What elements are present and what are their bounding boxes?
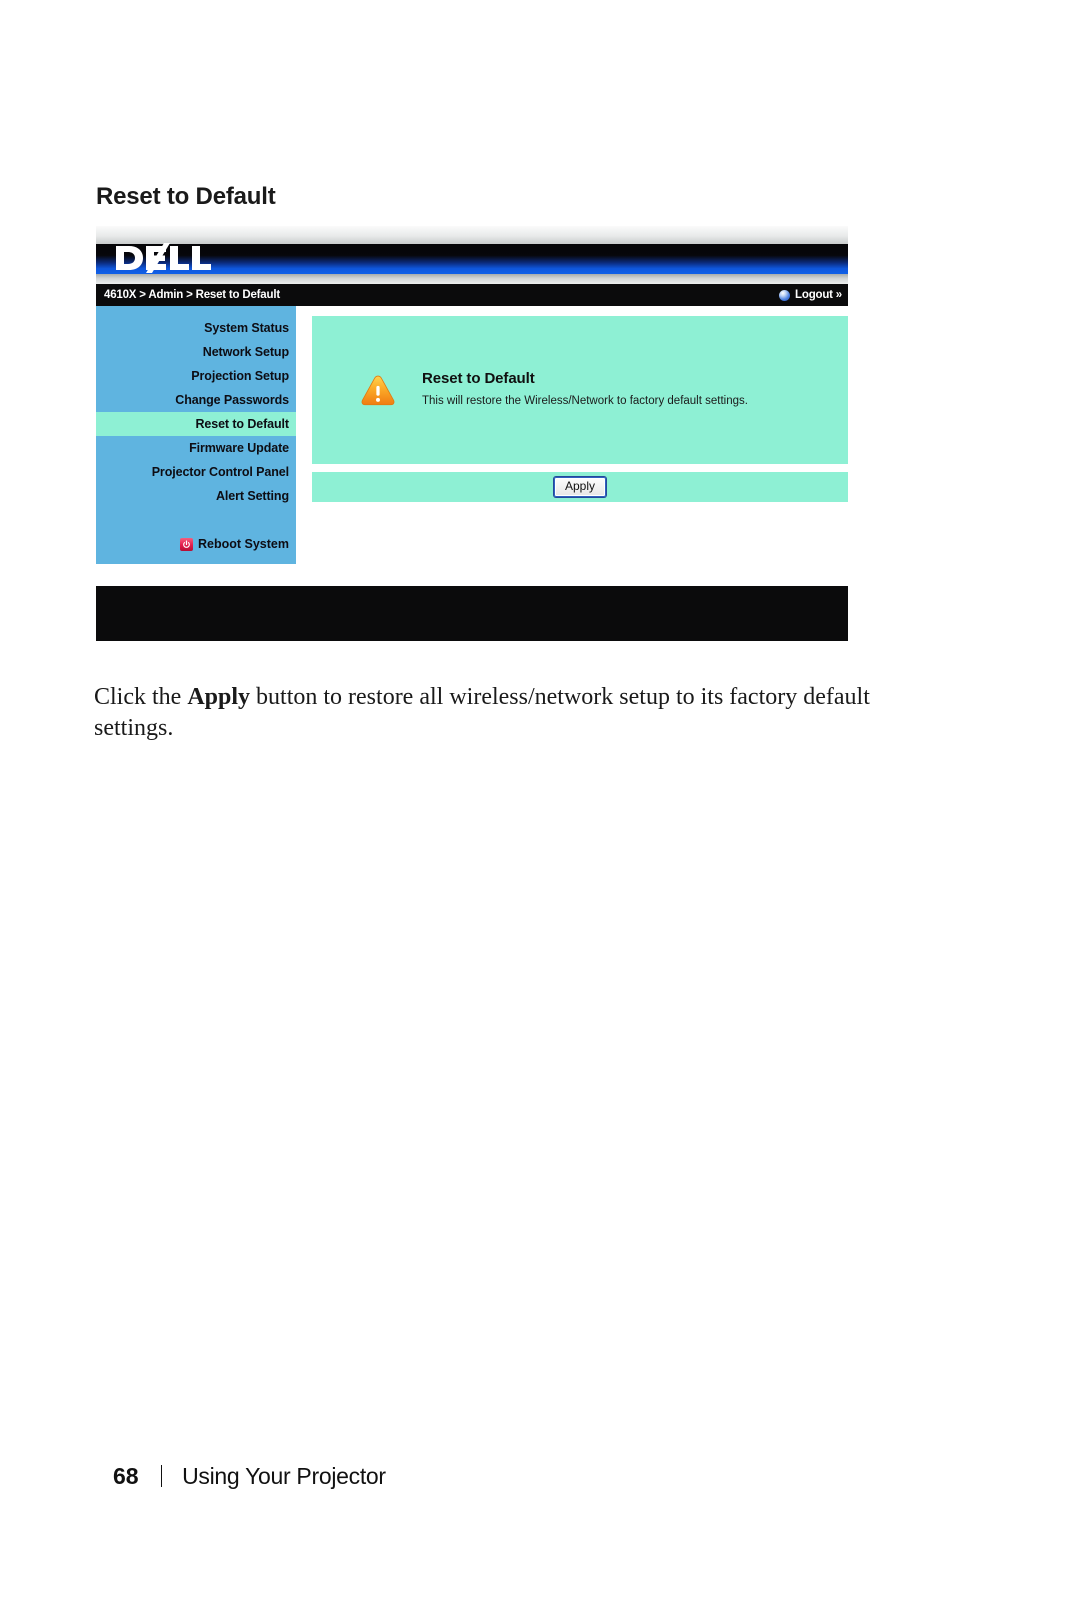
page-number: 68 bbox=[113, 1463, 139, 1489]
footer-divider bbox=[160, 1465, 163, 1487]
app-footer-band bbox=[96, 586, 848, 641]
content-column: Reset to Default This will restore the W… bbox=[296, 306, 848, 502]
brand-header bbox=[96, 226, 848, 284]
sidebar-item-network-setup[interactable]: Network Setup bbox=[96, 340, 296, 364]
breadcrumb: 4610X > Admin > Reset to Default bbox=[104, 289, 280, 301]
reset-info-description: This will restore the Wireless/Network t… bbox=[422, 395, 748, 408]
body-paragraph: Click the Apply button to restore all wi… bbox=[94, 682, 894, 744]
power-icon bbox=[180, 537, 193, 551]
body-copy-bold-apply: Apply bbox=[187, 684, 251, 710]
projector-web-ui-screenshot: 4610X > Admin > Reset to Default Logout … bbox=[96, 226, 848, 641]
page-title: Reset to Default bbox=[96, 183, 276, 210]
reset-info-title: Reset to Default bbox=[422, 370, 535, 388]
sidebar-item-projection-setup[interactable]: Projection Setup bbox=[96, 364, 296, 388]
sidebar-item-system-status[interactable]: System Status bbox=[96, 316, 296, 340]
body-copy-before: Click the bbox=[94, 684, 188, 710]
warning-triangle-icon bbox=[361, 375, 395, 406]
sidebar-item-projector-control-panel[interactable]: Projector Control Panel bbox=[96, 460, 296, 484]
reset-info-text-block: Reset to Default This will restore the W… bbox=[422, 370, 748, 409]
action-bar: Apply bbox=[312, 472, 848, 502]
logout-label: Logout » bbox=[795, 289, 842, 301]
sidebar: System Status Network Setup Projection S… bbox=[96, 306, 296, 564]
sidebar-item-alert-setting[interactable]: Alert Setting bbox=[96, 484, 296, 508]
sidebar-item-reboot-system[interactable]: Reboot System bbox=[96, 532, 296, 556]
apply-button[interactable]: Apply bbox=[553, 477, 607, 497]
reset-info-panel: Reset to Default This will restore the W… bbox=[312, 316, 848, 464]
logout-button[interactable]: Logout » bbox=[779, 289, 844, 301]
dell-logo bbox=[116, 243, 211, 273]
app-body: System Status Network Setup Projection S… bbox=[96, 306, 848, 586]
breadcrumb-bar: 4610X > Admin > Reset to Default Logout … bbox=[96, 284, 848, 306]
page-footer: 68 Using Your Projector bbox=[113, 1462, 386, 1490]
footer-section-title: Using Your Projector bbox=[182, 1463, 386, 1489]
sidebar-item-change-passwords[interactable]: Change Passwords bbox=[96, 388, 296, 412]
blue-orb-icon bbox=[779, 289, 791, 301]
sidebar-item-reset-to-default[interactable]: Reset to Default bbox=[96, 412, 296, 436]
sidebar-item-firmware-update[interactable]: Firmware Update bbox=[96, 436, 296, 460]
reboot-system-label: Reboot System bbox=[198, 537, 289, 551]
